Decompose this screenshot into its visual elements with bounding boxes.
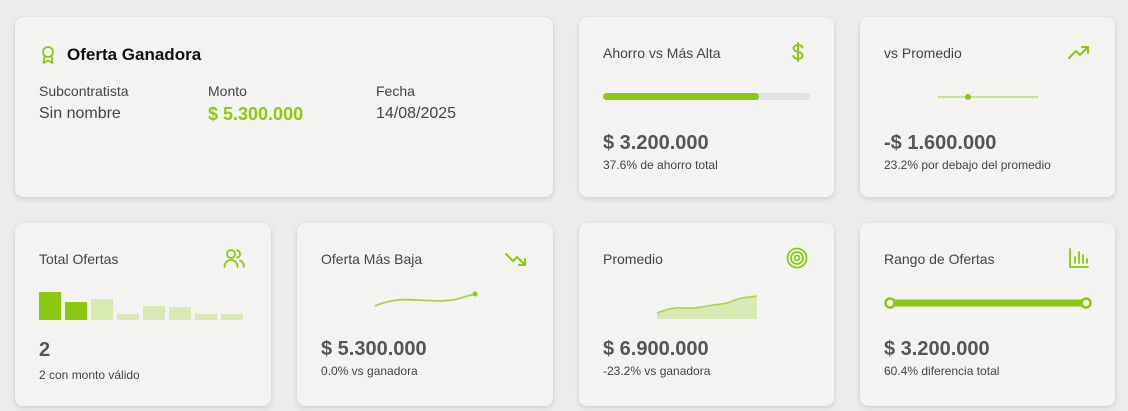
winner-card: Oferta Ganadora Subcontratista Sin nombr… (15, 17, 553, 197)
offer-mini-bar (143, 306, 165, 320)
subcontractor-value: Sin nombre (39, 105, 121, 122)
offer-mini-bar (39, 292, 61, 320)
savings-title: Ahorro vs Más Alta (603, 45, 721, 61)
total-offers-subtitle: 2 con monto válido (39, 368, 140, 382)
savings-card: Ahorro vs Más Alta $ 3.200.000 37.6% de … (579, 17, 834, 197)
lowest-title: Oferta Más Baja (321, 251, 423, 267)
trending-down-icon (505, 253, 526, 266)
vs-average-indicator (938, 94, 1038, 100)
offer-mini-bar (65, 302, 87, 320)
average-subtitle: -23.2% vs ganadora (603, 364, 711, 378)
average-area-chart (656, 295, 758, 319)
range-bar (884, 297, 1092, 309)
date-label: Fecha (376, 83, 415, 99)
range-subtitle: 60.4% diferencia total (884, 364, 1000, 378)
vs-average-card: vs Promedio -$ 1.600.000 23.2% por debaj… (860, 17, 1115, 197)
dollar-icon (792, 42, 804, 62)
offer-mini-bar (91, 299, 113, 320)
offer-mini-bar (169, 307, 191, 320)
target-icon (786, 247, 808, 269)
range-title: Rango de Ofertas (884, 251, 995, 267)
total-offers-title: Total Ofertas (39, 251, 119, 267)
lowest-offer-card: Oferta Más Baja $ 5.300.000 0.0% vs gana… (297, 223, 553, 406)
trending-up-icon (1068, 46, 1089, 59)
vs-average-value: -$ 1.600.000 (884, 132, 997, 154)
offer-mini-bar (221, 314, 243, 320)
amount-value: $ 5.300.000 (208, 104, 304, 124)
bar-chart-icon (1069, 248, 1089, 268)
average-title: Promedio (603, 251, 663, 267)
award-icon (42, 46, 54, 64)
savings-subtitle: 37.6% de ahorro total (603, 158, 718, 172)
offers-mini-bars (39, 290, 249, 320)
lowest-sparkline (374, 291, 478, 307)
date-value: 14/08/2025 (376, 105, 457, 122)
savings-progress-fill (603, 93, 759, 100)
average-value: $ 6.900.000 (603, 338, 709, 360)
lowest-subtitle: 0.0% vs ganadora (321, 364, 418, 378)
range-card: Rango de Ofertas $ 3.200.000 60.4% difer… (860, 223, 1115, 406)
total-offers-value: 2 (39, 339, 51, 361)
users-icon (223, 249, 245, 268)
savings-value: $ 3.200.000 (603, 132, 709, 154)
vs-average-title: vs Promedio (884, 45, 962, 61)
amount-label: Monto (208, 83, 247, 99)
offer-mini-bar (195, 314, 217, 320)
savings-progress (603, 93, 810, 100)
offer-mini-bar (117, 314, 139, 320)
subcontractor-label: Subcontratista (39, 83, 129, 99)
vs-average-subtitle: 23.2% por debajo del promedio (884, 158, 1051, 172)
total-offers-card: Total Ofertas 2 2 con monto válido (15, 223, 271, 406)
range-value: $ 3.200.000 (884, 338, 990, 360)
winner-title: Oferta Ganadora (67, 45, 202, 64)
average-card: Promedio $ 6.900.000 -23.2% vs ganadora (579, 223, 834, 406)
lowest-value: $ 5.300.000 (321, 338, 427, 360)
